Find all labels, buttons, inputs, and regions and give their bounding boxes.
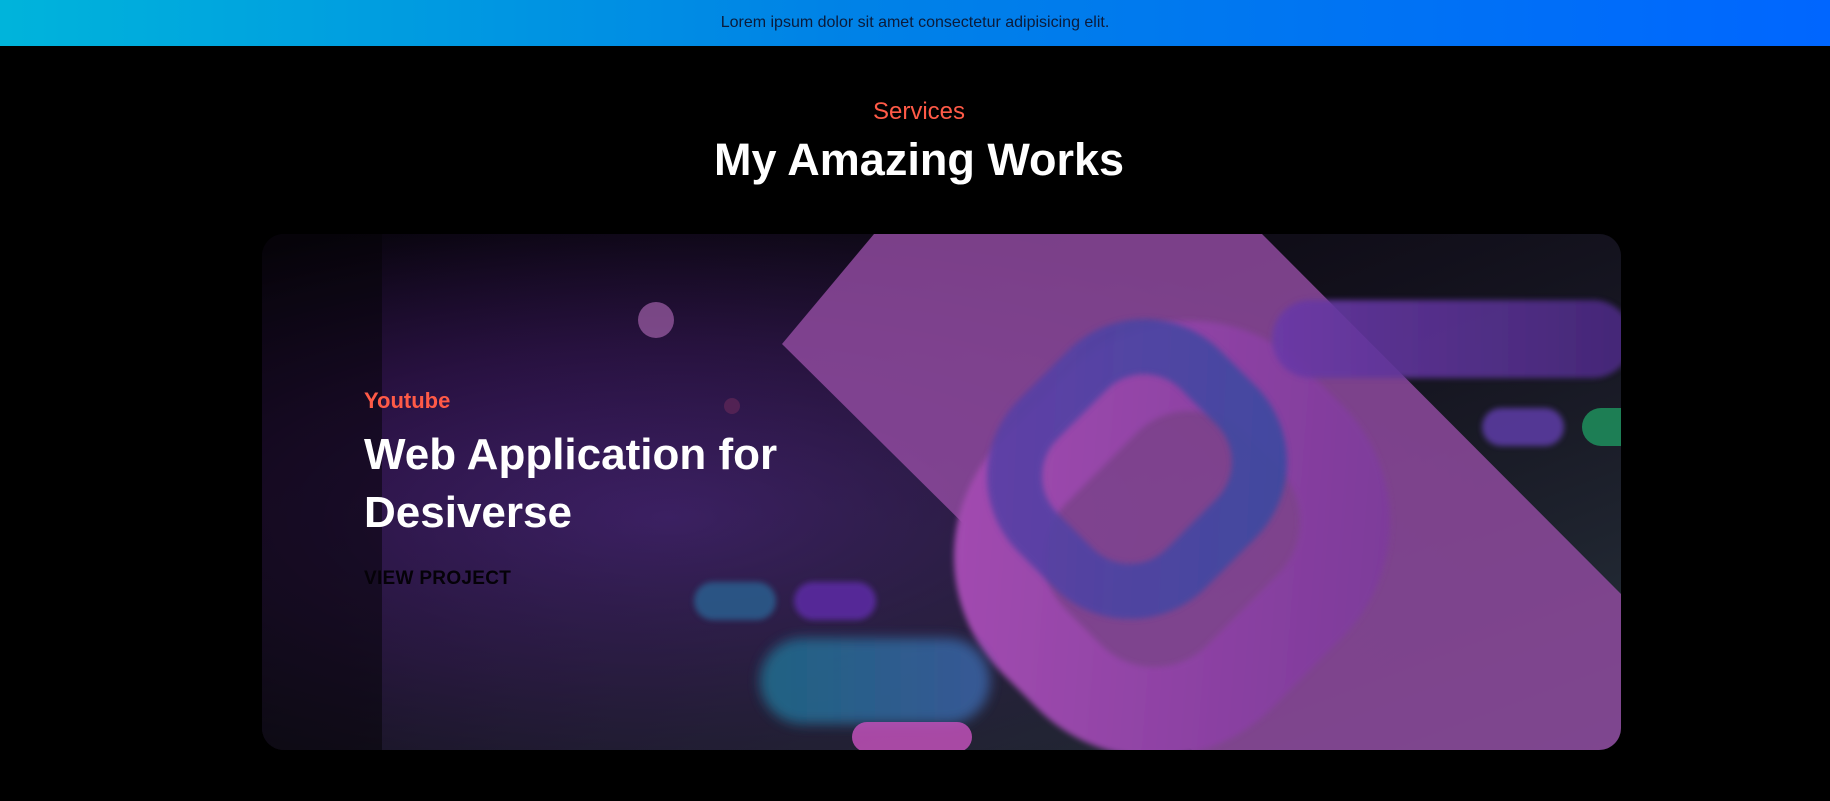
project-card-content: Youtube Web Application for Desiverse VI… <box>364 388 924 590</box>
project-category: Youtube <box>364 388 451 413</box>
section-eyebrow: Services <box>872 98 966 125</box>
section-title: My Amazing Works <box>713 134 1125 185</box>
view-project-link[interactable]: VIEW PROJECT <box>364 568 511 590</box>
project-title: Web Application for Desiverse <box>364 426 924 542</box>
project-title-line-1: Web Application for <box>364 430 778 479</box>
top-announcement-banner: Lorem ipsum dolor sit amet consectetur a… <box>0 0 1830 46</box>
banner-text: Lorem ipsum dolor sit amet consectetur a… <box>720 14 1110 31</box>
project-card[interactable]: Youtube Web Application for Desiverse VI… <box>262 234 1621 750</box>
project-title-line-2: Desiverse <box>364 488 572 537</box>
